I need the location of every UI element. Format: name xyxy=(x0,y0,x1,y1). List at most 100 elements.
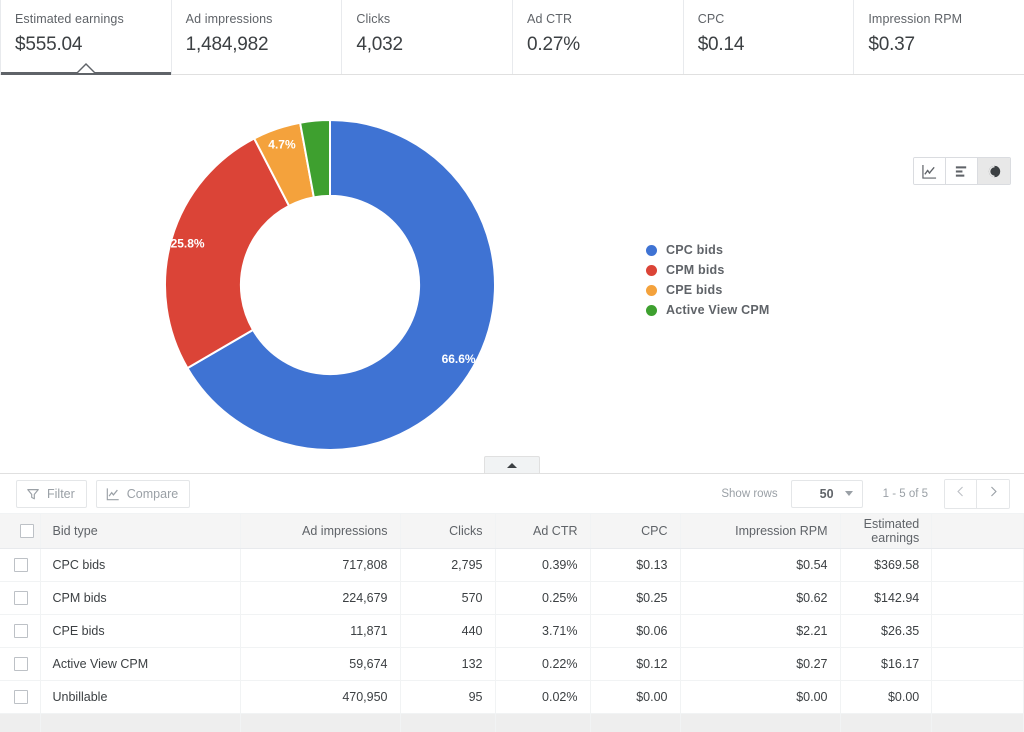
line-chart-icon xyxy=(922,164,937,179)
row-select-cell xyxy=(0,680,41,714)
row-checkbox[interactable] xyxy=(14,623,28,638)
table-row[interactable]: Unbillable 470,950 95 0.02% $0.00 $0.00 $0.00 xyxy=(0,680,1024,714)
metric-card-0[interactable]: Estimated earnings $555.04 xyxy=(0,0,172,75)
row-checkbox[interactable] xyxy=(14,656,28,671)
cell-3-1: 59,674 xyxy=(240,647,401,681)
legend-item-3[interactable]: Active View CPM xyxy=(646,300,770,320)
cell-4-5: $0.00 xyxy=(680,680,841,714)
table-row[interactable]: CPE bids 11,871 440 3.71% $0.06 $2.21 $26.35 xyxy=(0,614,1024,648)
compare-label: Compare xyxy=(126,486,179,501)
column-header-6[interactable]: Estimated earnings xyxy=(840,514,933,549)
metric-value: $0.14 xyxy=(697,34,745,55)
metric-label: Impression RPM xyxy=(868,12,963,26)
cell-1-2: 570 xyxy=(400,581,496,615)
donut-slice-1[interactable] xyxy=(164,137,291,370)
legend-item-1[interactable]: CPM bids xyxy=(646,260,770,280)
cell-0-4: $0.13 xyxy=(590,548,681,582)
metric-label: Estimated earnings xyxy=(15,12,124,26)
metric-card-3[interactable]: Ad CTR 0.27% xyxy=(513,0,684,74)
row-select-cell xyxy=(0,614,41,648)
row-checkbox[interactable] xyxy=(14,557,28,572)
totals-cell-2 xyxy=(240,713,401,732)
row-checkbox[interactable] xyxy=(14,590,28,605)
legend-item-2[interactable]: CPE bids xyxy=(646,280,770,300)
cell-0-3: 0.39% xyxy=(495,548,591,582)
metric-card-strip: Estimated earnings $555.04 Ad impressions 1… xyxy=(0,0,1024,75)
table-row[interactable]: CPM bids 224,679 570 0.25% $0.25 $0.62 $142.94 xyxy=(0,581,1024,615)
column-header-0[interactable]: Bid type xyxy=(40,514,241,549)
show-rows-label: Show rows xyxy=(721,487,778,500)
cell-spacer xyxy=(931,614,1024,648)
collapse-chart-handle[interactable] xyxy=(484,456,540,473)
cell-1-0: CPM bids xyxy=(40,581,241,615)
cell-1-6: $142.94 xyxy=(840,581,933,615)
cell-4-1: 470,950 xyxy=(240,680,401,714)
metric-label: CPC xyxy=(697,12,725,26)
legend-label: CPM bids xyxy=(666,263,725,277)
pagination-range: 1 - 5 of 5 xyxy=(882,487,928,500)
line-chart-toggle[interactable] xyxy=(914,158,946,184)
row-checkbox[interactable] xyxy=(14,689,28,704)
select-all-header xyxy=(0,514,41,549)
compare-button[interactable]: Compare xyxy=(95,479,191,508)
chart-panel: 66.6% 25.8% 4.7% CPC bids CPM bids CPE bids A… xyxy=(0,75,1024,473)
metric-label: Clicks xyxy=(356,12,391,26)
data-table-section: Filter Compare Show rows 50 1 - 5 of 5 B… xyxy=(0,473,1024,732)
column-header-1[interactable]: Ad impressions xyxy=(240,514,401,549)
table-row[interactable]: Active View CPM 59,674 132 0.22% $0.12 $0.27 $… xyxy=(0,647,1024,681)
totals-cell-6 xyxy=(680,713,841,732)
select-all-checkbox[interactable] xyxy=(19,524,34,539)
legend-color-swatch xyxy=(646,264,657,276)
table-row[interactable]: CPC bids 717,808 2,795 0.39% $0.13 $0.54 $369.… xyxy=(0,548,1024,582)
pie-chart-toggle[interactable] xyxy=(978,158,1010,184)
rows-per-page-value: 50 xyxy=(819,486,834,501)
cell-4-2: 95 xyxy=(400,680,496,714)
donut-slice-label-2: 4.7% xyxy=(268,138,296,152)
cell-4-3: 0.02% xyxy=(495,680,591,714)
column-header-3[interactable]: Ad CTR xyxy=(495,514,591,549)
previous-page-button[interactable] xyxy=(945,479,977,508)
donut-slice-label-0: 66.6% xyxy=(442,352,476,366)
column-header-2[interactable]: Clicks xyxy=(400,514,496,549)
metric-value: 1,484,982 xyxy=(185,34,269,55)
filter-button[interactable]: Filter xyxy=(16,479,87,508)
line-chart-icon xyxy=(106,487,127,501)
cell-spacer xyxy=(931,548,1024,582)
bar-chart-toggle[interactable] xyxy=(946,158,978,184)
metric-label: Ad impressions xyxy=(185,12,273,26)
cell-3-2: 132 xyxy=(400,647,496,681)
cell-4-4: $0.00 xyxy=(590,680,681,714)
table-totals-row xyxy=(0,713,1024,732)
cell-1-1: 224,679 xyxy=(240,581,401,615)
column-header-4[interactable]: CPC xyxy=(590,514,681,549)
totals-cell-0 xyxy=(0,713,41,732)
column-header-5[interactable]: Impression RPM xyxy=(680,514,841,549)
chevron-down-icon xyxy=(844,491,853,496)
metric-card-5[interactable]: Impression RPM $0.37 xyxy=(854,0,1024,74)
next-page-button[interactable] xyxy=(977,479,1009,508)
cell-1-4: $0.25 xyxy=(590,581,681,615)
cell-spacer xyxy=(931,680,1024,714)
metric-card-4[interactable]: CPC $0.14 xyxy=(683,0,855,74)
totals-cell-1 xyxy=(40,713,241,732)
legend-item-0[interactable]: CPC bids xyxy=(646,240,770,260)
chevron-right-icon xyxy=(987,485,1000,503)
cell-1-3: 0.25% xyxy=(495,581,591,615)
cell-0-0: CPC bids xyxy=(40,548,241,582)
metric-label: Ad CTR xyxy=(527,12,573,26)
rows-per-page-select[interactable]: 50 xyxy=(790,479,863,508)
totals-cell-7 xyxy=(840,713,933,732)
column-header-spacer xyxy=(931,514,1024,549)
legend-color-swatch xyxy=(646,244,657,256)
metric-card-2[interactable]: Clicks 4,032 xyxy=(342,0,514,74)
cell-0-6: $369.58 xyxy=(840,548,933,582)
table-header-row: Bid type Ad impressions Clicks Ad CTR CPC Imp… xyxy=(0,514,1024,549)
donut-chart[interactable]: 66.6% 25.8% 4.7% xyxy=(160,115,500,455)
cell-2-4: $0.06 xyxy=(590,614,681,648)
cell-2-6: $26.35 xyxy=(840,614,933,648)
cell-3-4: $0.12 xyxy=(590,647,681,681)
cell-spacer xyxy=(931,647,1024,681)
metric-value: $555.04 xyxy=(15,34,83,55)
cell-0-5: $0.54 xyxy=(680,548,841,582)
metric-card-1[interactable]: Ad impressions 1,484,982 xyxy=(171,0,343,74)
